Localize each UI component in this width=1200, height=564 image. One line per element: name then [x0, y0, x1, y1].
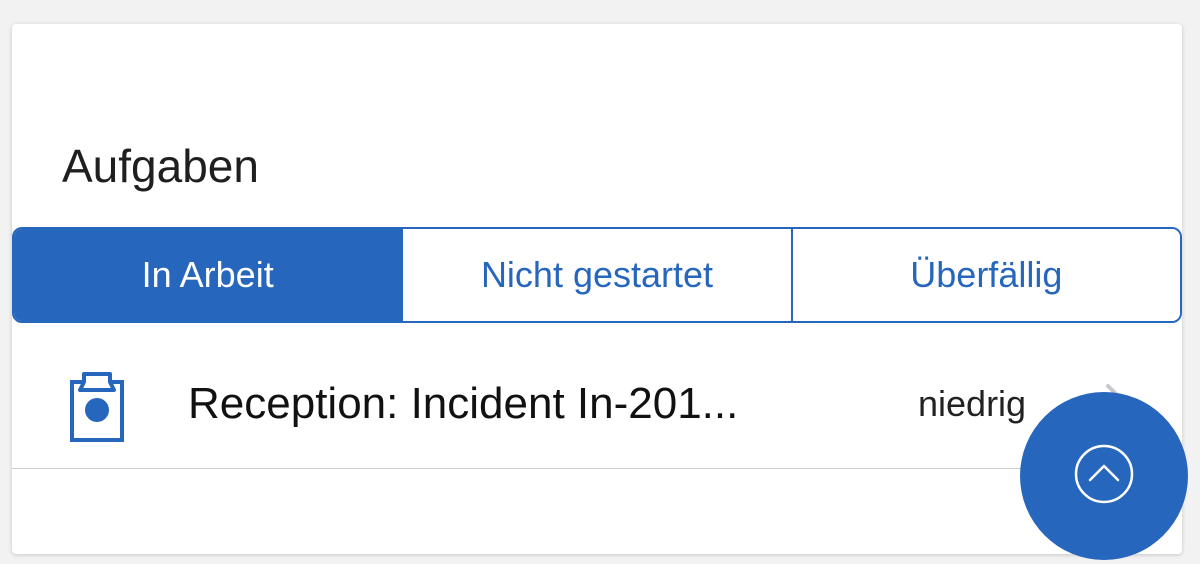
task-status-tabs: In Arbeit Nicht gestartet Überfällig — [12, 227, 1182, 323]
clipboard-icon — [70, 372, 126, 442]
task-row[interactable]: Reception: Incident In-201... niedrig — [12, 324, 1182, 469]
scroll-up-button[interactable] — [1020, 392, 1188, 560]
task-priority: niedrig — [918, 383, 1027, 424]
task-title: Reception: Incident In-201... — [188, 379, 739, 428]
chevron-up-circle-icon — [1073, 443, 1135, 510]
tasks-card: Aufgaben In Arbeit Nicht gestartet Überf… — [12, 24, 1182, 554]
tab-nicht-gestartet[interactable]: Nicht gestartet — [401, 229, 791, 321]
tab-ueberfaellig[interactable]: Überfällig — [790, 229, 1180, 321]
section-title: Aufgaben — [62, 140, 259, 192]
tab-in-arbeit[interactable]: In Arbeit — [14, 229, 402, 321]
